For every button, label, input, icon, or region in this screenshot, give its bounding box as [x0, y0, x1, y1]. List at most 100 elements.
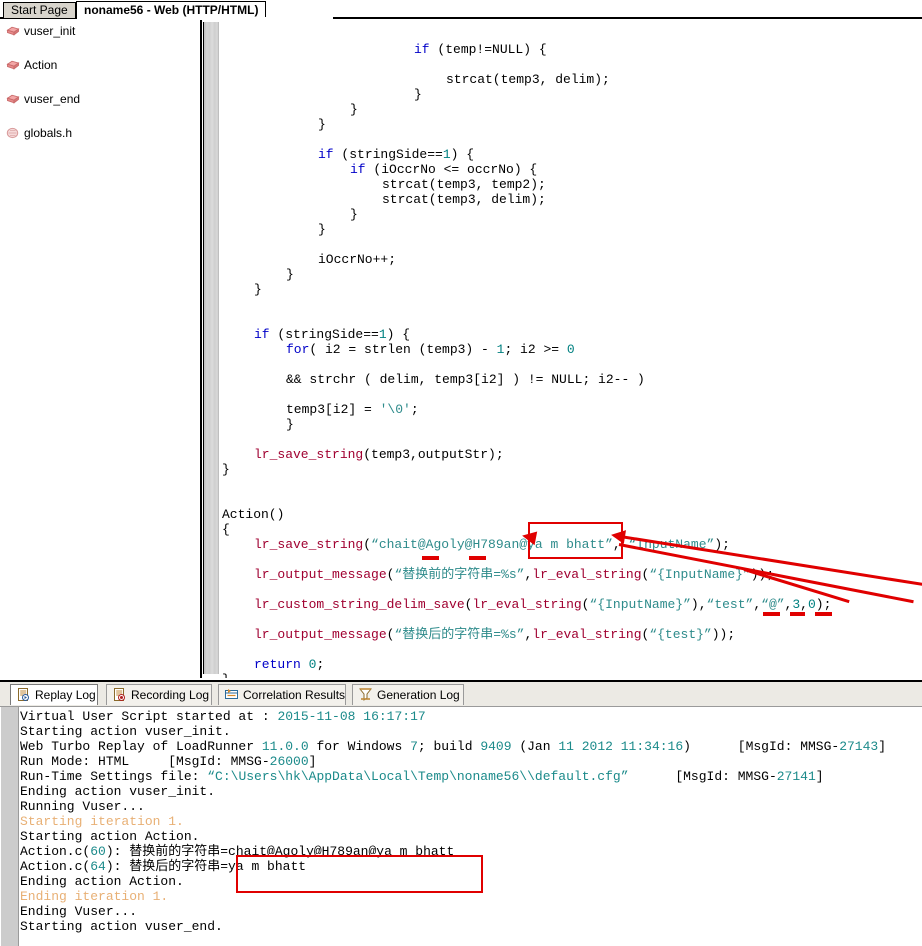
- recording-log-icon: [113, 687, 126, 701]
- vertical-splitter[interactable]: [203, 22, 220, 674]
- log-segment: Starting action vuser_init.: [20, 724, 231, 739]
- log-line: Starting action vuser_end.: [20, 919, 922, 934]
- log-line: Run Mode: HTML [MsgId: MMSG-26000]: [20, 754, 922, 769]
- log-segment: Running Vuser...: [20, 799, 145, 814]
- log-segment: 27143: [839, 739, 879, 754]
- log-line: Running Vuser...: [20, 799, 922, 814]
- log-segment: Starting action vuser_end.: [20, 919, 223, 934]
- log-segment: “C:\Users\hk\AppData\Local\Temp\noname56…: [207, 769, 629, 784]
- code-line: return 0;: [254, 657, 325, 672]
- annotation-dash-occurrence: [790, 612, 805, 616]
- log-segment: Ending iteration 1.: [20, 889, 169, 904]
- code-line: lr_save_string(“chait@Agoly@H789an@ya m …: [254, 537, 730, 552]
- log-segment: 26000: [269, 754, 309, 769]
- code-line: for( i2 = strlen (temp3) - 1; i2 >= 0: [286, 342, 575, 357]
- log-segment: Web Turbo Replay of LoadRunner: [20, 739, 262, 754]
- log-segment: ]: [815, 769, 824, 784]
- log-segment: =ya m bhatt: [220, 859, 307, 874]
- log-tab-label: Replay Log: [35, 688, 96, 702]
- log-tab-label: Recording Log: [131, 688, 210, 702]
- log-tab-recording-log[interactable]: Recording Log: [106, 684, 212, 705]
- log-line: Action.c(64): 替换后的字符串=ya m bhatt: [20, 859, 922, 874]
- log-tab-correlation-results[interactable]: Correlation Results: [218, 684, 346, 705]
- code-line: && strchr ( delim, temp3[i2] ) != NULL; …: [286, 372, 645, 387]
- tree-item-vuser-end[interactable]: vuser_end: [0, 91, 201, 108]
- log-segment: 27141: [776, 769, 816, 784]
- tab-start-page[interactable]: Start Page: [3, 2, 76, 18]
- tree-item-vuser-init[interactable]: vuser_init: [0, 23, 201, 40]
- log-line: Virtual User Script started at : 2015-11…: [20, 709, 922, 724]
- document-tab-strip: Start Page noname56 - Web (HTTP/HTML): [0, 0, 922, 20]
- log-segment: Run-Time Settings file:: [20, 769, 208, 784]
- log-tab-replay-log[interactable]: Replay Log: [10, 684, 98, 705]
- log-segment: 11.0.0: [261, 739, 309, 754]
- log-line: Ending action vuser_init.: [20, 784, 922, 799]
- code-line: strcat(temp3, delim);: [382, 192, 546, 207]
- log-tab-label: Generation Log: [377, 688, 460, 702]
- action-brick-icon: [6, 25, 20, 37]
- log-segment: Ending action vuser_init.: [20, 784, 216, 799]
- annotation-dash-offset: [815, 612, 832, 616]
- log-tab-generation-log[interactable]: Generation Log: [352, 684, 464, 705]
- output-log-panel: Replay Log Recording Log Correlation Resul…: [0, 680, 922, 946]
- log-line: Starting iteration 1.: [20, 814, 922, 829]
- code-line: }: [254, 282, 262, 297]
- log-output-area[interactable]: Virtual User Script started at : 2015-11…: [0, 707, 922, 946]
- tree-item-label: globals.h: [24, 126, 73, 140]
- log-segment: Starting iteration 1.: [20, 814, 184, 829]
- log-line: Web Turbo Replay of LoadRunner 11.0.0 fo…: [20, 739, 922, 754]
- code-line: }: [350, 207, 358, 222]
- log-segment: Virtual User Script started at :: [20, 709, 278, 724]
- log-segment: Action.c(: [20, 844, 91, 859]
- code-editor-pane[interactable]: } return 0; lr_output_message(“替换后的字符串=%s”…: [219, 20, 922, 678]
- log-line: Run-Time Settings file: “C:\Users\hk\App…: [20, 769, 922, 784]
- log-segment: Action.c(: [20, 859, 91, 874]
- annotation-dash-at-1: [422, 556, 439, 560]
- log-segment: Ending action Action.: [20, 874, 184, 889]
- tree-item-action[interactable]: Action: [0, 57, 201, 74]
- code-line: }: [414, 87, 422, 102]
- code-line: iOccrNo++;: [318, 252, 397, 267]
- log-segment: ]: [308, 754, 317, 769]
- log-line: Action.c(60): 替换前的字符串=chait@Agoly@H789an…: [20, 844, 922, 859]
- log-segment: Starting action Action.: [20, 829, 200, 844]
- editor-left-border: [200, 20, 202, 678]
- code-line: strcat(temp3, temp2);: [382, 177, 546, 192]
- log-line: Ending iteration 1.: [20, 889, 922, 904]
- log-segment: ]: [878, 739, 887, 754]
- log-line: Ending Vuser...: [20, 904, 922, 919]
- active-tab-mask: [77, 17, 333, 20]
- log-segment: =chait@Agoly@H789an@ya m bhatt: [220, 844, 455, 859]
- annotation-dash-at-2: [469, 556, 486, 560]
- replay-log-icon: [17, 687, 30, 701]
- log-line: Ending action Action.: [20, 874, 922, 889]
- code-line: }: [318, 222, 326, 237]
- log-tab-label: Correlation Results: [243, 688, 346, 702]
- log-segment: 9409: [480, 739, 512, 754]
- code-line: if (stringSide==1) {: [254, 327, 411, 342]
- tree-item-globals-h[interactable]: globals.h: [0, 125, 201, 142]
- log-segment: 60: [90, 844, 106, 859]
- log-segment: Run Mode: HTML [MsgId: MMSG-: [20, 754, 270, 769]
- log-segment: 替换前的字符串: [129, 844, 221, 859]
- tree-item-label: vuser_end: [24, 92, 81, 106]
- tree-item-label: vuser_init: [24, 24, 76, 38]
- log-segment: 7: [410, 739, 418, 754]
- code-line: {: [222, 522, 230, 537]
- code-line: lr_output_message(“替换前的字符串=%s”,lr_eval_s…: [254, 567, 775, 582]
- log-segment: ; build: [417, 739, 481, 754]
- tab-noname56-document[interactable]: noname56 - Web (HTTP/HTML): [76, 1, 267, 18]
- code-line: if (iOccrNo <= occrNo) {: [350, 162, 538, 177]
- log-segment: ) [MsgId: MMSG-: [683, 739, 840, 754]
- code-line: Action(): [222, 507, 285, 522]
- header-file-icon: [6, 127, 20, 139]
- script-explorer-tree[interactable]: vuser_init Action vuser_end globals.h: [0, 20, 201, 678]
- code-line: }: [286, 417, 294, 432]
- log-tab-bar[interactable]: Replay Log Recording Log Correlation Resul…: [0, 682, 922, 707]
- code-line: }: [350, 102, 358, 117]
- log-gutter: [1, 707, 19, 946]
- log-segment: (Jan: [511, 739, 559, 754]
- code-line: lr_save_string(temp3,outputStr);: [254, 447, 504, 462]
- log-segment: ):: [105, 844, 130, 859]
- code-line: lr_output_message(“替换后的字符串=%s”,lr_eval_s…: [254, 627, 736, 642]
